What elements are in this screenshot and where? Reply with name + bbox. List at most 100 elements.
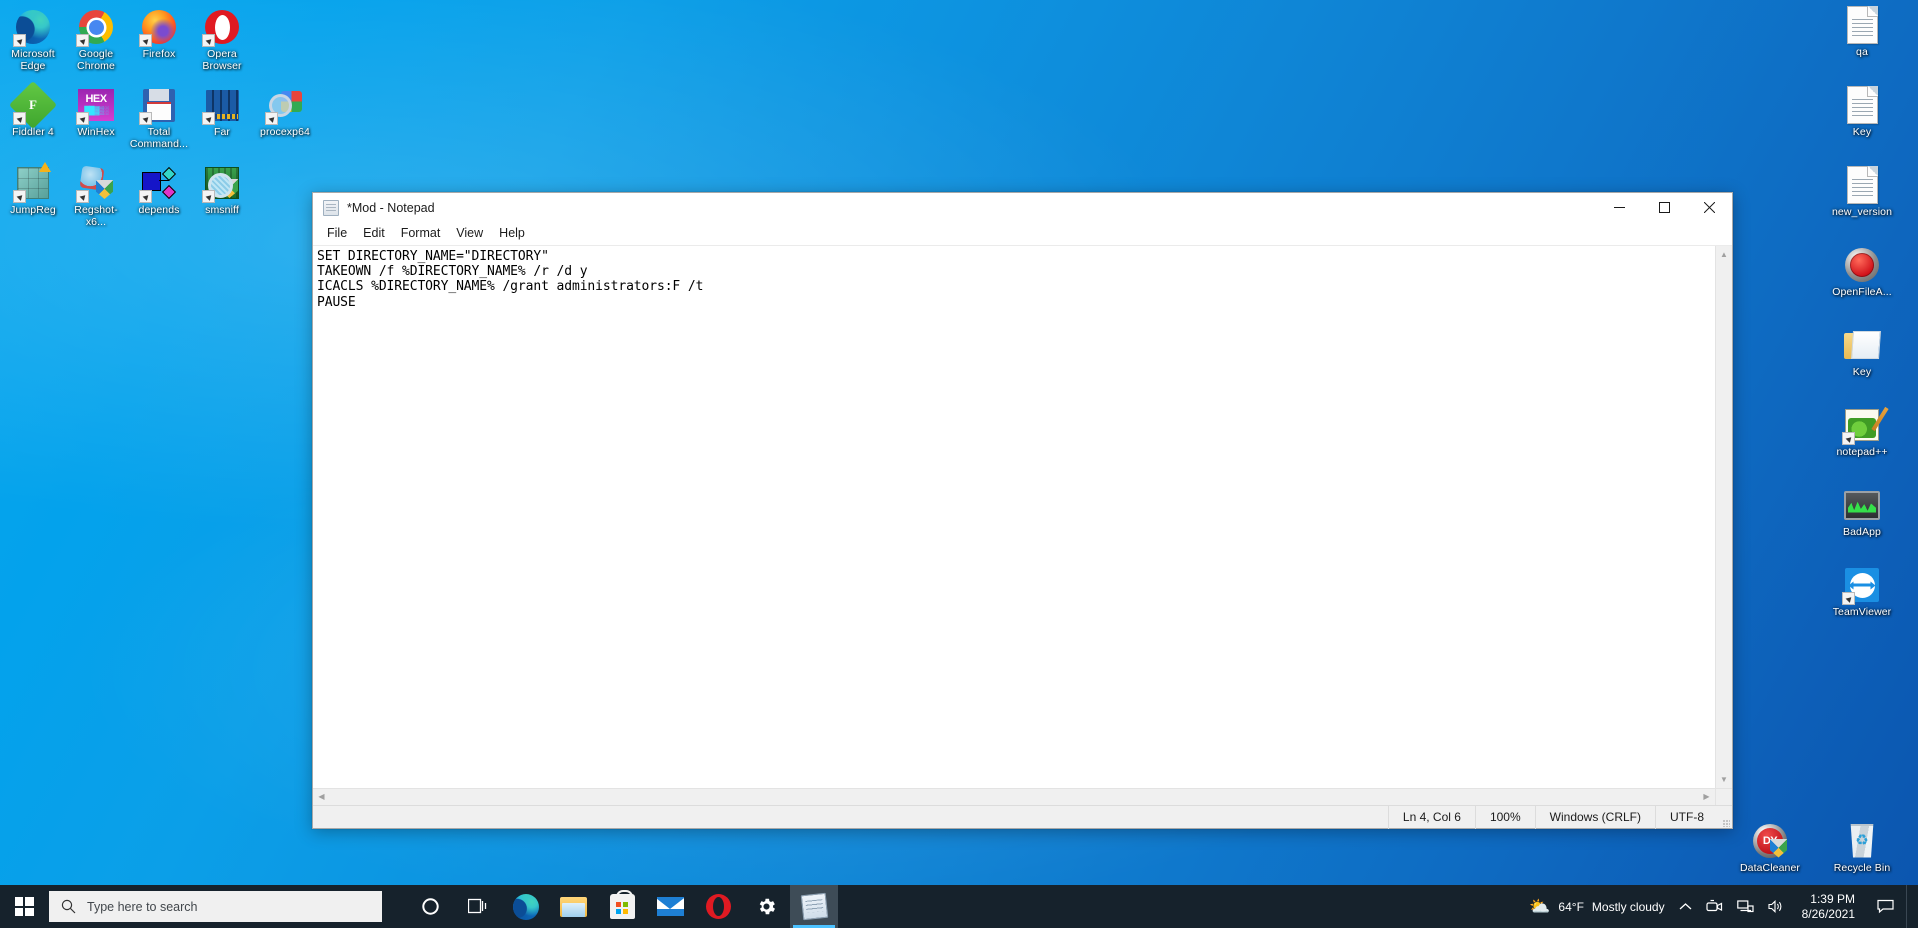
desktop-icon-jumpreg[interactable]: JumpReg <box>2 160 64 238</box>
desktop-icon-badapp[interactable]: BadApp <box>1814 482 1910 562</box>
clock[interactable]: 1:39 PM 8/26/2021 <box>1792 885 1865 928</box>
desktop-icon-label: OpenFileA... <box>1815 287 1909 299</box>
process-explorer-icon <box>266 86 304 124</box>
menu-format[interactable]: Format <box>393 223 449 244</box>
menu-edit[interactable]: Edit <box>355 223 393 244</box>
vertical-scrollbar[interactable]: ▲ ▼ <box>1715 246 1732 788</box>
shortcut-arrow-icon <box>202 112 215 125</box>
desktop-icon-regshot[interactable]: Regshot-x6... <box>65 160 127 238</box>
cortana-button[interactable] <box>406 885 454 928</box>
show-desktop-button[interactable] <box>1906 885 1914 928</box>
desktop-icon-firefox[interactable]: Firefox <box>128 4 190 82</box>
desktop-icon-winhex[interactable]: HEX██▓▒░ WinHex <box>65 82 127 160</box>
minimize-icon <box>1614 202 1625 213</box>
weather-temperature: 64°F <box>1558 900 1583 914</box>
desktop-icon-recycle-bin-wrap: Recycle Bin <box>1814 818 1910 875</box>
taskbar-settings[interactable] <box>742 885 790 928</box>
weather-description: Mostly cloudy <box>1592 900 1665 914</box>
fiddler-icon: F <box>14 86 52 124</box>
menu-view[interactable]: View <box>448 223 491 244</box>
weather-widget[interactable]: ⛅ 64°F Mostly cloudy <box>1519 885 1671 928</box>
desktop-icon-teamviewer[interactable]: TeamViewer <box>1814 562 1910 642</box>
desktop-icon-notepad-plus-plus[interactable]: notepad++ <box>1814 402 1910 482</box>
system-tray: ⛅ 64°F Mostly cloudy <box>1519 885 1918 928</box>
text-editor[interactable]: SET DIRECTORY_NAME="DIRECTORY" TAKEOWN /… <box>313 246 1715 788</box>
resize-grip[interactable] <box>1718 806 1732 829</box>
desktop-icon-datacleaner-wrap: DataCleaner <box>1722 818 1818 875</box>
dependency-walker-icon <box>140 164 178 202</box>
taskbar-notepad[interactable] <box>790 885 838 928</box>
desktop-icon-label: Firefox <box>129 49 189 61</box>
horizontal-scrollbar-row: ◀ ▶ <box>313 788 1732 805</box>
desktop-icon-label: new_version <box>1815 207 1909 219</box>
desktop-icon-openfileagent[interactable]: OpenFileA... <box>1814 242 1910 322</box>
desktop-icon-fiddler-4[interactable]: F Fiddler 4 <box>2 82 64 160</box>
desktop-icon-google-chrome[interactable]: Google Chrome <box>65 4 127 82</box>
show-hidden-icons-button[interactable] <box>1672 885 1699 928</box>
shortcut-arrow-icon <box>139 34 152 47</box>
close-button[interactable] <box>1687 193 1732 222</box>
status-zoom-level[interactable]: 100% <box>1475 806 1535 829</box>
desktop-icon-far[interactable]: Far <box>191 82 253 160</box>
shortcut-arrow-icon <box>13 112 26 125</box>
notepad-titlebar[interactable]: *Mod - Notepad <box>313 193 1732 222</box>
shortcut-arrow-icon <box>139 112 152 125</box>
desktop-icon-label: Total Command... <box>129 127 189 150</box>
desktop-icon-depends[interactable]: depends <box>128 160 190 238</box>
desktop-icon-key-document[interactable]: Key <box>1814 82 1910 162</box>
maximize-icon <box>1659 202 1670 213</box>
search-icon <box>49 899 87 914</box>
badapp-icon <box>1843 486 1881 524</box>
desktop-icon-label: WinHex <box>66 127 126 139</box>
scroll-right-arrow-icon[interactable]: ▶ <box>1698 789 1715 806</box>
scroll-up-arrow-icon[interactable]: ▲ <box>1716 246 1733 263</box>
notepad-plus-plus-icon <box>1843 406 1881 444</box>
desktop-icon-datacleaner[interactable]: DataCleaner <box>1722 818 1818 875</box>
status-line-ending: Windows (CRLF) <box>1535 806 1655 829</box>
text-document-icon <box>1843 86 1881 124</box>
desktop-icon-key-folder[interactable]: Key <box>1814 322 1910 402</box>
chrome-icon <box>77 8 115 46</box>
text-document-icon <box>1843 166 1881 204</box>
desktop-icon-procexp64[interactable]: procexp64 <box>254 82 316 160</box>
edge-icon <box>14 8 52 46</box>
chevron-up-icon <box>1679 902 1692 911</box>
maximize-button[interactable] <box>1642 193 1687 222</box>
desktop-icon-microsoft-edge[interactable]: Microsoft Edge <box>2 4 64 82</box>
notifications-button[interactable] <box>1865 885 1906 928</box>
shortcut-arrow-icon <box>76 190 89 203</box>
shortcut-arrow-icon <box>76 112 89 125</box>
network-icon[interactable] <box>1730 885 1761 928</box>
close-icon <box>1704 202 1715 213</box>
taskbar-mail[interactable] <box>646 885 694 928</box>
task-view-button[interactable] <box>454 885 502 928</box>
desktop-icon-label: depends <box>129 205 189 217</box>
window-controls <box>1597 193 1732 222</box>
desktop-icon-opera-browser[interactable]: Opera Browser <box>191 4 253 82</box>
desktop-icon-total-commander[interactable]: Total Command... <box>128 82 190 160</box>
desktop-icon-new-version[interactable]: new_version <box>1814 162 1910 242</box>
start-button[interactable] <box>0 885 48 928</box>
scroll-down-arrow-icon[interactable]: ▼ <box>1716 771 1733 788</box>
notification-icon <box>1877 899 1894 914</box>
desktop-icon-label: TeamViewer <box>1815 607 1909 619</box>
volume-icon[interactable] <box>1761 885 1792 928</box>
desktop-icon-recycle-bin[interactable]: Recycle Bin <box>1814 818 1910 875</box>
notepad-window: *Mod - Notepad File Edit Format View Hel… <box>312 192 1733 829</box>
menu-file[interactable]: File <box>319 223 355 244</box>
jumpreg-icon <box>14 164 52 202</box>
camera-privacy-icon[interactable] <box>1699 885 1730 928</box>
taskbar-edge[interactable] <box>502 885 550 928</box>
taskbar-file-explorer[interactable] <box>550 885 598 928</box>
scroll-left-arrow-icon[interactable]: ◀ <box>313 789 330 806</box>
desktop-icon-label: notepad++ <box>1815 447 1909 459</box>
desktop-icon-smsniff[interactable]: smsniff <box>191 160 253 238</box>
horizontal-scrollbar[interactable]: ◀ ▶ <box>313 788 1715 805</box>
menu-help[interactable]: Help <box>491 223 533 244</box>
minimize-button[interactable] <box>1597 193 1642 222</box>
taskbar: Type here to search ⛅ 64°F Mostly cloudy <box>0 885 1918 928</box>
desktop-icon-qa[interactable]: qa <box>1814 2 1910 82</box>
taskbar-opera[interactable] <box>694 885 742 928</box>
taskbar-microsoft-store[interactable] <box>598 885 646 928</box>
search-input[interactable]: Type here to search <box>49 891 382 922</box>
